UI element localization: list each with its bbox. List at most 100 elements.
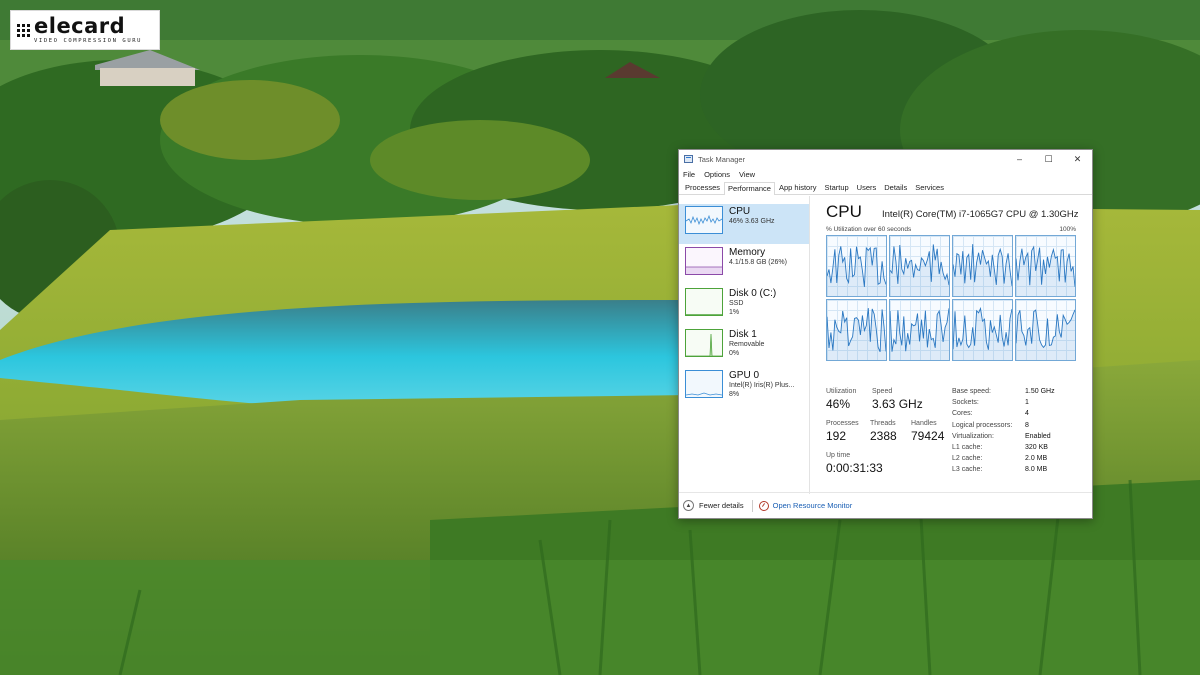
page-title: CPU bbox=[826, 202, 862, 221]
memory-thumbnail-graph bbox=[685, 247, 723, 275]
disk1-thumbnail-graph bbox=[685, 329, 723, 357]
task-manager-icon bbox=[684, 155, 693, 163]
spec-key: Logical processors: bbox=[952, 421, 1013, 429]
sidebar-item-detail: SSD bbox=[729, 300, 744, 307]
spec-key: Virtualization: bbox=[952, 432, 994, 440]
sidebar-item-usage: 1% bbox=[729, 309, 740, 316]
sidebar-item-usage: 0% bbox=[729, 350, 740, 357]
minimize-button[interactable]: – bbox=[1005, 150, 1034, 168]
cpu-core-graph bbox=[1015, 299, 1076, 361]
sidebar-item-cpu[interactable]: CPU 46% 3.63 GHz bbox=[679, 204, 809, 244]
cpu-core-graph bbox=[826, 235, 887, 297]
spec-row: Sockets: 1 bbox=[952, 399, 1077, 410]
processes-label: Processes bbox=[826, 420, 859, 427]
logical-processor-graphs bbox=[826, 235, 1092, 361]
sidebar-item-memory[interactable]: Memory 4.1/15.8 GB (26%) bbox=[679, 245, 809, 285]
tab-app-history[interactable]: App history bbox=[775, 181, 821, 194]
sidebar-item-detail: 4.1/15.8 GB (26%) bbox=[729, 259, 787, 266]
sidebar-item-label: Disk 0 (C:) bbox=[729, 288, 777, 299]
spec-value: 4 bbox=[1025, 410, 1029, 418]
sidebar-item-label: CPU bbox=[729, 206, 751, 217]
task-manager-window: Task Manager – ☐ ✕ File Options View Pro… bbox=[678, 149, 1093, 519]
sidebar-item-disk0[interactable]: Disk 0 (C:) SSD 1% bbox=[679, 286, 809, 326]
spec-row: Base speed: 1.50 GHz bbox=[952, 388, 1077, 399]
cpu-core-graph bbox=[1015, 235, 1076, 297]
window-title: Task Manager bbox=[698, 154, 746, 164]
sidebar-item-disk1[interactable]: Disk 1 Removable 0% bbox=[679, 327, 809, 367]
menu-bar: File Options View bbox=[679, 168, 1092, 181]
utilization-value: 46% bbox=[826, 397, 851, 411]
graph-max-label: 100% bbox=[1059, 226, 1076, 233]
spec-value: 8 bbox=[1025, 421, 1029, 429]
tab-users[interactable]: Users bbox=[853, 181, 881, 194]
spec-row: Cores: 4 bbox=[952, 410, 1077, 421]
title-bar[interactable]: Task Manager – ☐ ✕ bbox=[679, 150, 1092, 168]
cpu-core-graph bbox=[952, 235, 1013, 297]
tab-processes[interactable]: Processes bbox=[681, 181, 724, 194]
spec-value: 1.50 GHz bbox=[1025, 388, 1055, 395]
threads-label: Threads bbox=[870, 420, 896, 427]
cpu-model-name: Intel(R) Core(TM) i7-1065G7 CPU @ 1.30GH… bbox=[882, 209, 1079, 220]
logo-dots-icon bbox=[17, 23, 30, 37]
spec-row: L1 cache: 320 KB bbox=[952, 444, 1077, 455]
graph-caption: % Utilization over 60 seconds bbox=[826, 226, 912, 233]
spec-row: L2 cache: 2.0 MB bbox=[952, 455, 1077, 466]
cpu-details-pane: CPU Intel(R) Core(TM) i7-1065G7 CPU @ 1.… bbox=[810, 196, 1092, 494]
chevron-up-icon[interactable]: ▲ bbox=[683, 500, 694, 511]
sidebar-item-detail: Removable bbox=[729, 341, 765, 348]
sidebar-item-detail: Intel(R) Iris(R) Plus... bbox=[729, 382, 795, 389]
footer-bar: ▲ Fewer details Open Resource Monitor bbox=[679, 492, 1092, 518]
menu-file[interactable]: File bbox=[683, 170, 695, 179]
spec-key: Base speed: bbox=[952, 388, 991, 395]
speed-value: 3.63 GHz bbox=[872, 397, 923, 411]
sidebar-item-usage: 8% bbox=[729, 391, 740, 398]
open-resource-monitor-link[interactable]: Open Resource Monitor bbox=[773, 501, 853, 510]
resource-sidebar: CPU 46% 3.63 GHz Memory 4.1/15.8 GB (26%… bbox=[679, 196, 810, 494]
spec-value: Enabled bbox=[1025, 432, 1051, 440]
close-button[interactable]: ✕ bbox=[1063, 150, 1092, 168]
uptime-label: Up time bbox=[826, 452, 851, 459]
logo-tagline: VIDEO COMPRESSION GURU bbox=[34, 37, 143, 44]
handles-label: Handles bbox=[911, 420, 937, 427]
cpu-core-graph bbox=[826, 299, 887, 361]
fewer-details-link[interactable]: Fewer details bbox=[699, 501, 744, 510]
spec-key: Sockets: bbox=[952, 399, 979, 407]
spec-value: 2.0 MB bbox=[1025, 455, 1048, 463]
spec-key: L1 cache: bbox=[952, 443, 983, 451]
spec-value: 8.0 MB bbox=[1025, 466, 1048, 474]
menu-options[interactable]: Options bbox=[704, 170, 730, 179]
cpu-specs: Base speed: 1.50 GHz Sockets: 1 Cores: 4 Lo… bbox=[952, 388, 1077, 478]
menu-view[interactable]: View bbox=[739, 170, 755, 179]
maximize-button[interactable]: ☐ bbox=[1034, 150, 1063, 168]
logo-name: elecard bbox=[34, 13, 126, 38]
sidebar-item-label: Disk 1 bbox=[729, 329, 757, 340]
spec-value: 320 KB bbox=[1025, 443, 1048, 451]
sidebar-item-label: Memory bbox=[729, 247, 766, 258]
resource-monitor-icon bbox=[758, 500, 769, 511]
spec-key: L3 cache: bbox=[952, 466, 983, 474]
sidebar-item-label: GPU 0 bbox=[729, 370, 760, 381]
cpu-core-graph bbox=[952, 299, 1013, 361]
processes-value: 192 bbox=[826, 429, 847, 443]
sidebar-item-detail: 46% 3.63 GHz bbox=[729, 218, 775, 225]
threads-value: 2388 bbox=[870, 429, 897, 443]
spec-row: Virtualization: Enabled bbox=[952, 433, 1077, 444]
tab-startup[interactable]: Startup bbox=[820, 181, 852, 194]
sidebar-item-gpu0[interactable]: GPU 0 Intel(R) Iris(R) Plus... 8% bbox=[679, 368, 809, 408]
gpu0-thumbnail-graph bbox=[685, 370, 723, 398]
tab-performance[interactable]: Performance bbox=[724, 182, 775, 195]
cpu-core-graph bbox=[889, 235, 950, 297]
spec-row: Logical processors: 8 bbox=[952, 422, 1077, 433]
spec-value: 1 bbox=[1025, 399, 1029, 407]
speed-label: Speed bbox=[872, 388, 893, 395]
tab-details[interactable]: Details bbox=[880, 181, 911, 194]
tab-bar: Processes Performance App history Startu… bbox=[679, 181, 1092, 195]
utilization-label: Utilization bbox=[826, 388, 857, 395]
tab-services[interactable]: Services bbox=[911, 181, 948, 194]
spec-row: L3 cache: 8.0 MB bbox=[952, 466, 1077, 477]
spec-key: Cores: bbox=[952, 410, 973, 418]
uptime-value: 0:00:31:33 bbox=[826, 461, 883, 475]
footer-divider bbox=[751, 499, 753, 512]
handles-value: 79424 bbox=[911, 429, 945, 443]
elecard-logo: elecard VIDEO COMPRESSION GURU bbox=[10, 10, 160, 50]
